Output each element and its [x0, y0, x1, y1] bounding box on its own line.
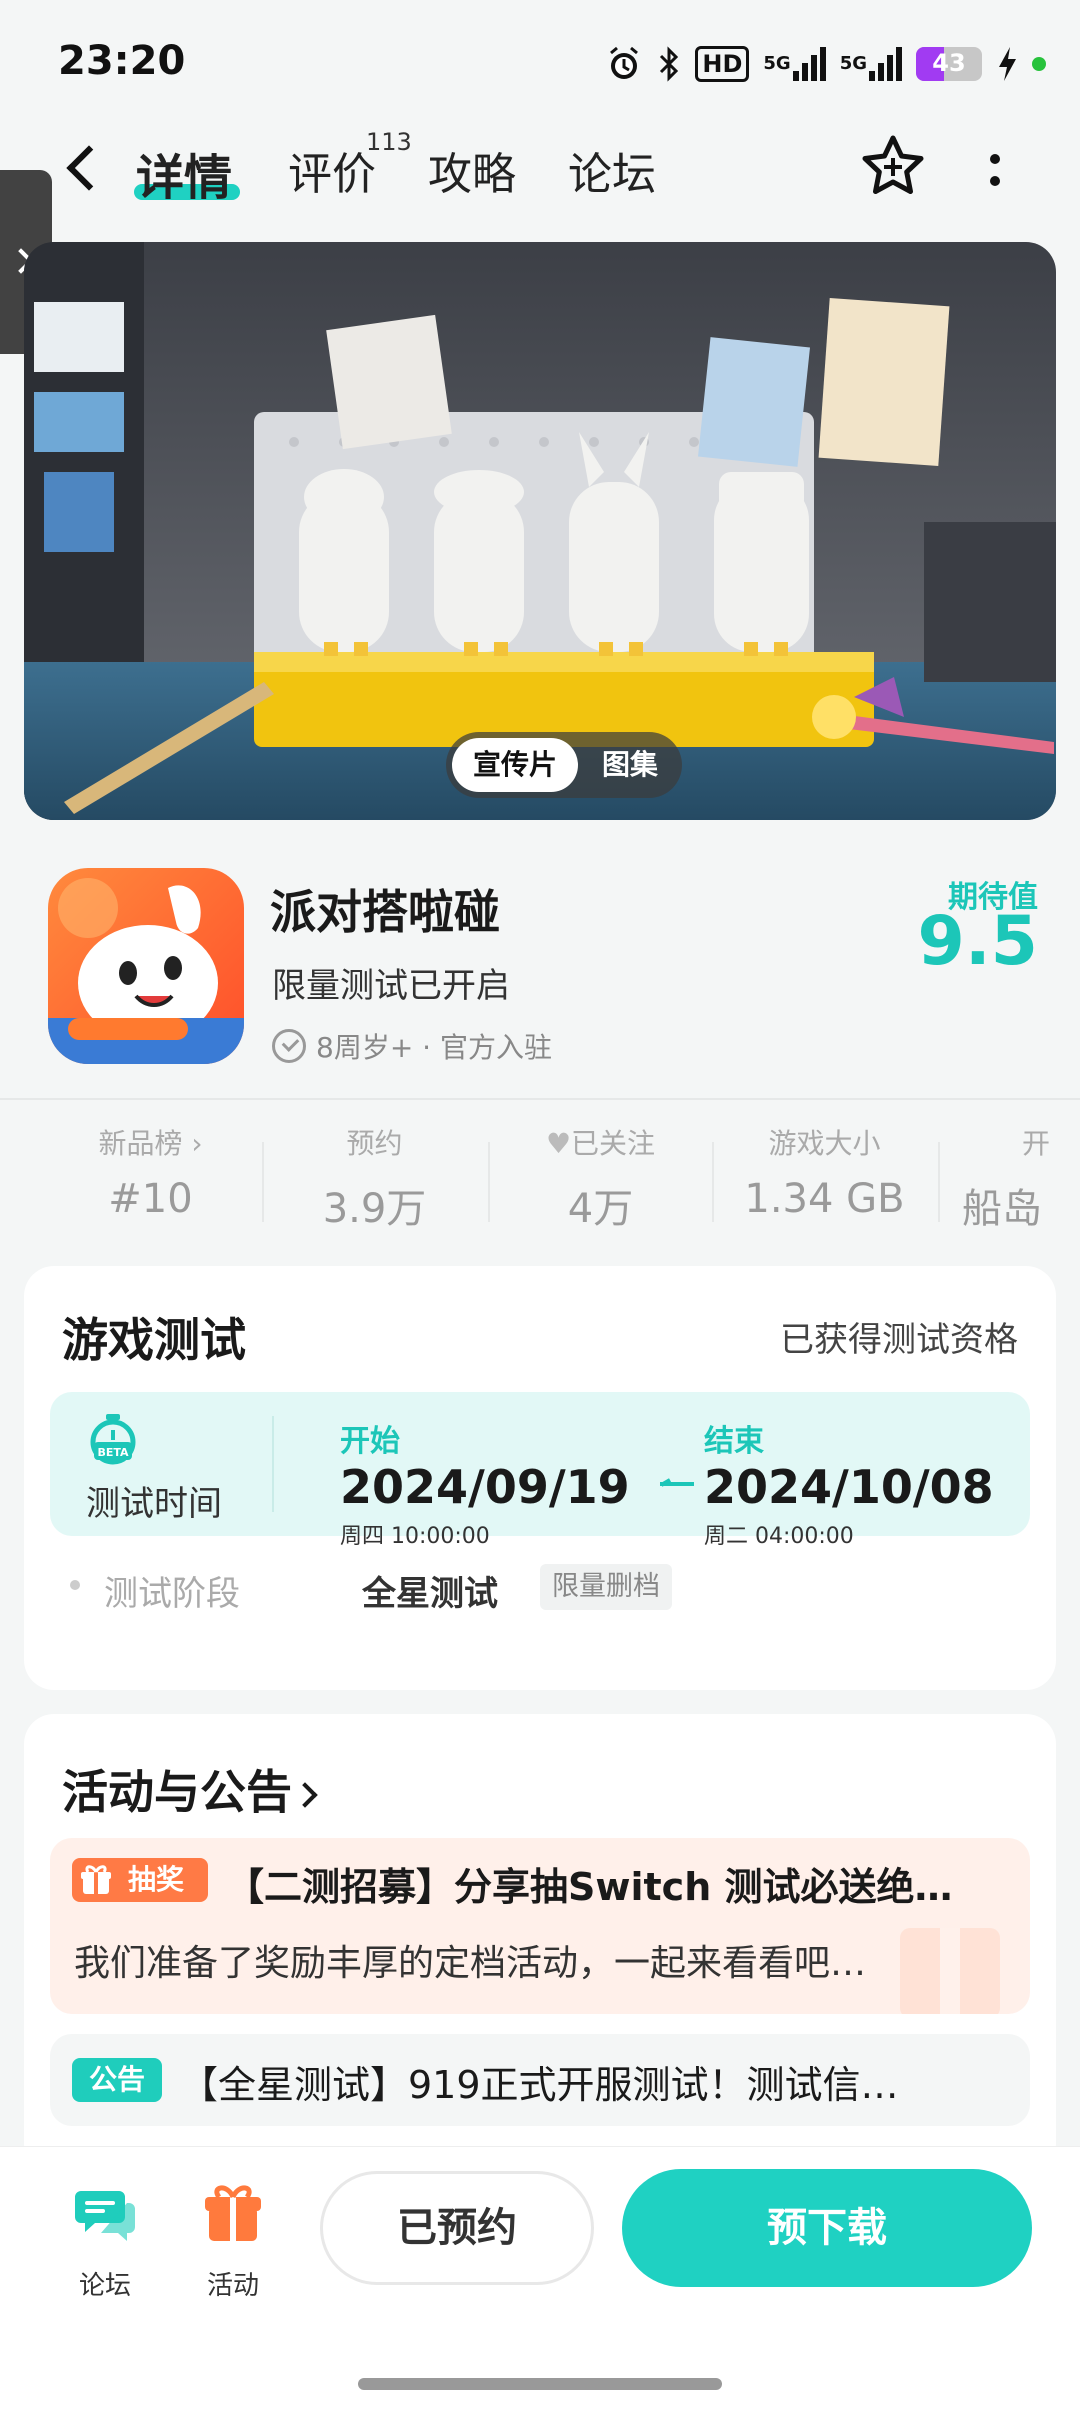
signal-1-icon: 5G	[763, 47, 826, 81]
announcement-badge: 公告	[72, 2058, 162, 2102]
network-5g-label-2: 5G	[839, 53, 867, 74]
forum-chat-icon	[75, 2191, 135, 2241]
gift-icon	[205, 2185, 261, 2241]
network-5g-label: 5G	[763, 53, 791, 74]
bullet-dot	[70, 1580, 80, 1590]
alarm-icon	[605, 45, 643, 83]
stat-game-size: 游戏大小 1.34 GB	[712, 1122, 937, 1222]
stat-new-rank[interactable]: 新品榜 › #10	[38, 1122, 263, 1222]
battery-icon: 43	[916, 47, 982, 81]
stat-label: 已关注	[571, 1127, 656, 1160]
svg-text:BETA: BETA	[97, 1446, 129, 1459]
test-time-box: BETA 测试时间 开始 2024/09/19 周四 10:00:00 结束 2…	[50, 1392, 1030, 1549]
start-time: 周四 10:00:00	[340, 1524, 490, 1549]
divider	[0, 1098, 1080, 1100]
status-time: 23:20	[58, 38, 186, 84]
stat-following[interactable]: ♥已关注 4万	[488, 1122, 713, 1234]
stat-developer[interactable]: 开 船岛	[962, 1122, 1080, 1234]
tab-details[interactable]: 详情	[136, 138, 232, 208]
status-bar: 23:20 HD 5G 5G 43	[0, 0, 1080, 120]
signal-2-icon: 5G	[840, 47, 902, 81]
verified-check-icon	[272, 1029, 306, 1063]
hd-icon: HD	[695, 46, 750, 82]
stats-row: 新品榜 › #10 预约 3.9万 ♥已关注 4万 游戏大小 1.34 GB 开…	[0, 1122, 1080, 1242]
reviews-count-badge: 113	[366, 128, 412, 156]
test-qualification-status: 已获得测试资格	[780, 1320, 1018, 1360]
activity-label: 活动	[206, 2271, 259, 2301]
stat-value: #10	[108, 1176, 193, 1222]
tab-forum[interactable]: 论坛	[568, 138, 656, 202]
stat-value: 船岛	[962, 1186, 1042, 1232]
stat-value: 1.34 GB	[744, 1176, 905, 1222]
event-subtitle: 我们准备了奖励丰厚的定档活动，一起来看看吧…	[74, 1943, 867, 1984]
chevron-right-icon	[292, 1782, 318, 1808]
tab-reviews[interactable]: 评价	[288, 138, 376, 202]
status-icons: HD 5G 5G 43	[605, 40, 1046, 88]
reserved-button[interactable]: 已预约	[320, 2171, 594, 2285]
more-icon[interactable]	[970, 140, 1020, 200]
stat-label: 新品榜	[98, 1127, 183, 1160]
end-time: 周二 04:00:00	[704, 1524, 854, 1549]
events-title-text: 活动与公告	[62, 1765, 292, 1819]
event-title: 【二测招募】分享抽Switch 测试必送绝…	[226, 1865, 953, 1909]
game-test-title: 游戏测试	[62, 1313, 246, 1367]
game-test-card: 游戏测试 已获得测试资格 BETA 测试时间 开始 2024/09/19 周四 …	[24, 1266, 1056, 1690]
app-meta: 8周岁+ · 官方入驻	[272, 1026, 552, 1066]
video-tab[interactable]: 宣传片	[452, 738, 578, 792]
event-item-lottery[interactable]: 抽奖 【二测招募】分享抽Switch 测试必送绝… 我们准备了奖励丰厚的定档活动…	[50, 1838, 1030, 2014]
event-item-announcement[interactable]: 公告 【全星测试】919正式开服测试！测试信…	[50, 2034, 1030, 2126]
chevron-right-icon: ›	[191, 1127, 203, 1160]
privacy-dot-icon	[1032, 57, 1046, 71]
lottery-badge: 抽奖	[72, 1858, 208, 1902]
expect-score: 9.5	[917, 902, 1038, 981]
test-stage-tag: 限量删档	[540, 1564, 672, 1610]
app-subtitle: 限量测试已开启	[272, 966, 510, 1006]
heart-check-icon: ♥	[545, 1127, 572, 1160]
start-date: 2024/09/19	[340, 1460, 630, 1514]
hero-banner[interactable]: 宣传片 图集	[24, 242, 1056, 820]
stat-label: 开	[1022, 1127, 1051, 1160]
top-nav: 详情 评价 113 攻略 论坛	[0, 120, 1080, 220]
stat-divider	[938, 1142, 940, 1222]
stat-label: 预约	[346, 1127, 403, 1160]
test-stage-row: 测试阶段 全星测试 限量删档	[70, 1560, 1030, 1614]
test-stage-value: 全星测试	[362, 1574, 498, 1614]
app-icon	[48, 868, 244, 1064]
end-label: 结束	[704, 1424, 764, 1459]
test-box-divider	[272, 1416, 274, 1512]
stat-value: 3.9万	[322, 1186, 427, 1232]
gift-icon	[81, 1865, 111, 1894]
tab-guides[interactable]: 攻略	[428, 138, 516, 202]
test-stage-label: 测试阶段	[104, 1574, 240, 1614]
bluetooth-icon	[657, 45, 681, 83]
events-card: 活动与公告 抽奖 【二测招募】分享抽Switch 测试必送绝… 我们准备了奖励丰…	[24, 1714, 1056, 2174]
charging-icon	[996, 45, 1018, 83]
activity-button[interactable]: 活动	[178, 2181, 288, 2302]
battery-level: 43	[932, 49, 966, 77]
back-icon[interactable]	[55, 138, 115, 198]
stat-value: 4万	[567, 1186, 634, 1232]
start-label: 开始	[340, 1424, 400, 1459]
end-date: 2024/10/08	[704, 1460, 994, 1514]
stat-label: 游戏大小	[768, 1127, 881, 1160]
age-rating-official: 8周岁+ · 官方入驻	[316, 1031, 552, 1064]
bottom-action-bar: 论坛 活动 已预约 预下载	[0, 2146, 1080, 2414]
forum-label: 论坛	[78, 2271, 131, 2301]
media-switch: 宣传片 图集	[446, 732, 682, 798]
app-name: 派对搭啦碰	[270, 885, 500, 939]
gallery-tab[interactable]: 图集	[584, 738, 676, 792]
pre-download-button[interactable]: 预下载	[622, 2169, 1032, 2287]
events-title[interactable]: 活动与公告	[62, 1756, 318, 1822]
test-time-label: 测试时间	[86, 1484, 222, 1524]
favorite-star-icon[interactable]	[858, 132, 928, 202]
arrow-right-icon	[660, 1478, 694, 1486]
forum-button[interactable]: 论坛	[50, 2181, 160, 2302]
home-indicator[interactable]	[358, 2378, 722, 2390]
announcement-title: 【全星测试】919正式开服测试！测试信…	[180, 2063, 899, 2107]
beta-timer-icon: BETA	[88, 1414, 138, 1466]
lottery-badge-text: 抽奖	[128, 1863, 185, 1896]
stat-reservations: 预约 3.9万	[262, 1122, 487, 1234]
